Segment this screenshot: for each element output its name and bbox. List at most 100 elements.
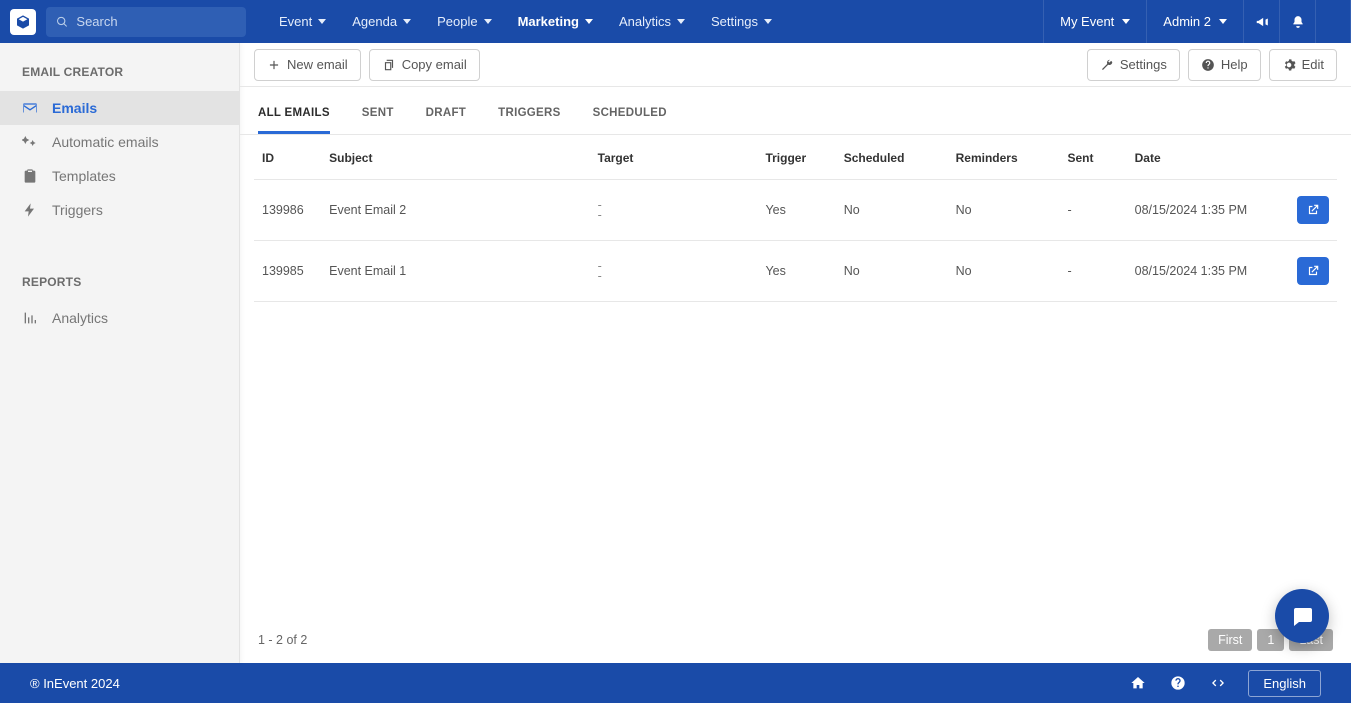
- open-email-button[interactable]: [1297, 257, 1329, 285]
- table-row[interactable]: 139986Event Email 2--YesNoNo-08/15/2024 …: [254, 180, 1337, 241]
- chevron-down-icon: [403, 19, 411, 24]
- nav-item-settings[interactable]: Settings: [698, 0, 785, 43]
- envelope-icon: [22, 100, 38, 116]
- sidebar-item-triggers[interactable]: Triggers: [0, 193, 239, 227]
- bell-icon: [1291, 15, 1305, 29]
- help-button[interactable]: Help: [1188, 49, 1261, 81]
- cell: Event Email 1: [321, 241, 590, 302]
- cell: -: [1060, 241, 1127, 302]
- chevron-down-icon: [677, 19, 685, 24]
- question-icon: [1201, 58, 1215, 72]
- wrench-icon: [1100, 58, 1114, 72]
- pager-info: 1 - 2 of 2: [258, 633, 307, 647]
- search-icon: [56, 15, 68, 29]
- copy-email-label: Copy email: [402, 57, 467, 72]
- event-switcher[interactable]: My Event: [1043, 0, 1146, 43]
- nav-label: Agenda: [352, 14, 397, 29]
- chat-launcher[interactable]: [1275, 589, 1329, 643]
- user-menu[interactable]: Admin 2: [1146, 0, 1243, 43]
- cell: No: [836, 241, 948, 302]
- chevron-down-icon: [764, 19, 772, 24]
- email-table: IDSubjectTargetTriggerScheduledReminders…: [254, 135, 1337, 302]
- cell: No: [836, 180, 948, 241]
- cell: -: [1060, 180, 1127, 241]
- cell: 139986: [254, 180, 321, 241]
- external-link-icon: [1306, 264, 1320, 278]
- event-name: My Event: [1060, 14, 1114, 29]
- external-link-icon: [1306, 203, 1320, 217]
- home-link[interactable]: [1118, 663, 1158, 703]
- target-cell: --: [598, 261, 750, 281]
- target-cell: --: [598, 200, 750, 220]
- column-header: Scheduled: [836, 135, 948, 180]
- chevron-down-icon: [1122, 19, 1130, 24]
- cell: --: [590, 180, 758, 241]
- pager-first[interactable]: First: [1208, 629, 1252, 651]
- user-name: Admin 2: [1163, 14, 1211, 29]
- sidebar-item-analytics[interactable]: Analytics: [0, 301, 239, 335]
- sidebar-item-label: Triggers: [52, 202, 103, 218]
- cell-action: [1283, 180, 1337, 241]
- sidebar: EMAIL CREATOR Emails Automatic emails Templ…: [0, 43, 240, 663]
- search-input[interactable]: [76, 14, 236, 29]
- toolbar: New email Copy email Settings Help Edit: [240, 43, 1351, 87]
- footer: ® InEvent 2024 English: [0, 663, 1351, 703]
- pager-row: 1 - 2 of 2 First 1 Last: [240, 619, 1351, 663]
- sidebar-item-label: Analytics: [52, 310, 108, 326]
- nav-item-analytics[interactable]: Analytics: [606, 0, 698, 43]
- chat-icon: [1290, 604, 1314, 628]
- tab-all-emails[interactable]: ALL EMAILS: [258, 97, 330, 134]
- tab-draft[interactable]: DRAFT: [426, 97, 466, 134]
- copy-email-button[interactable]: Copy email: [369, 49, 480, 81]
- cell: Yes: [757, 241, 835, 302]
- column-header: Trigger: [757, 135, 835, 180]
- nav-label: Settings: [711, 14, 758, 29]
- nav-item-agenda[interactable]: Agenda: [339, 0, 424, 43]
- nav-item-people[interactable]: People: [424, 0, 504, 43]
- sidebar-item-automatic-emails[interactable]: Automatic emails: [0, 125, 239, 159]
- copyright: ® InEvent 2024: [30, 676, 120, 691]
- sidebar-item-label: Emails: [52, 100, 97, 116]
- support-link[interactable]: [1158, 663, 1198, 703]
- sidebar-item-emails[interactable]: Emails: [0, 91, 239, 125]
- extra-menu-button[interactable]: [1315, 0, 1351, 43]
- table-row[interactable]: 139985Event Email 1--YesNoNo-08/15/2024 …: [254, 241, 1337, 302]
- magic-icon: [22, 134, 38, 150]
- cell: Event Email 2: [321, 180, 590, 241]
- column-header: ID: [254, 135, 321, 180]
- tab-sent[interactable]: SENT: [362, 97, 394, 134]
- nav-label: Analytics: [619, 14, 671, 29]
- column-header: Reminders: [948, 135, 1060, 180]
- new-email-button[interactable]: New email: [254, 49, 361, 81]
- notifications-button[interactable]: [1279, 0, 1315, 43]
- cell: --: [590, 241, 758, 302]
- sidebar-section-title: REPORTS: [0, 275, 239, 301]
- settings-button[interactable]: Settings: [1087, 49, 1180, 81]
- copy-icon: [382, 58, 396, 72]
- new-email-label: New email: [287, 57, 348, 72]
- plus-icon: [267, 58, 281, 72]
- sidebar-section-title: EMAIL CREATOR: [0, 65, 239, 91]
- open-email-button[interactable]: [1297, 196, 1329, 224]
- tab-triggers[interactable]: TRIGGERS: [498, 97, 560, 134]
- column-header: Date: [1127, 135, 1284, 180]
- sidebar-item-label: Automatic emails: [52, 134, 159, 150]
- brand-logo[interactable]: [10, 9, 36, 35]
- edit-button[interactable]: Edit: [1269, 49, 1337, 81]
- nav-item-event[interactable]: Event: [266, 0, 339, 43]
- language-selector[interactable]: English: [1248, 670, 1321, 697]
- home-icon: [1130, 675, 1146, 691]
- tab-scheduled[interactable]: SCHEDULED: [593, 97, 667, 134]
- primary-nav: Event Agenda PeopleMarketing Analytics Setti…: [266, 0, 785, 43]
- chevron-down-icon: [318, 19, 326, 24]
- nav-item-marketing[interactable]: Marketing: [505, 0, 606, 43]
- search-box[interactable]: [46, 7, 246, 37]
- announcements-button[interactable]: [1243, 0, 1279, 43]
- bolt-icon: [22, 202, 38, 218]
- api-link[interactable]: [1198, 663, 1238, 703]
- cell: No: [948, 241, 1060, 302]
- cell: 08/15/2024 1:35 PM: [1127, 180, 1284, 241]
- tabs: ALL EMAILS SENT DRAFT TRIGGERS SCHEDULED: [240, 97, 1351, 135]
- nav-label: Event: [279, 14, 312, 29]
- sidebar-item-templates[interactable]: Templates: [0, 159, 239, 193]
